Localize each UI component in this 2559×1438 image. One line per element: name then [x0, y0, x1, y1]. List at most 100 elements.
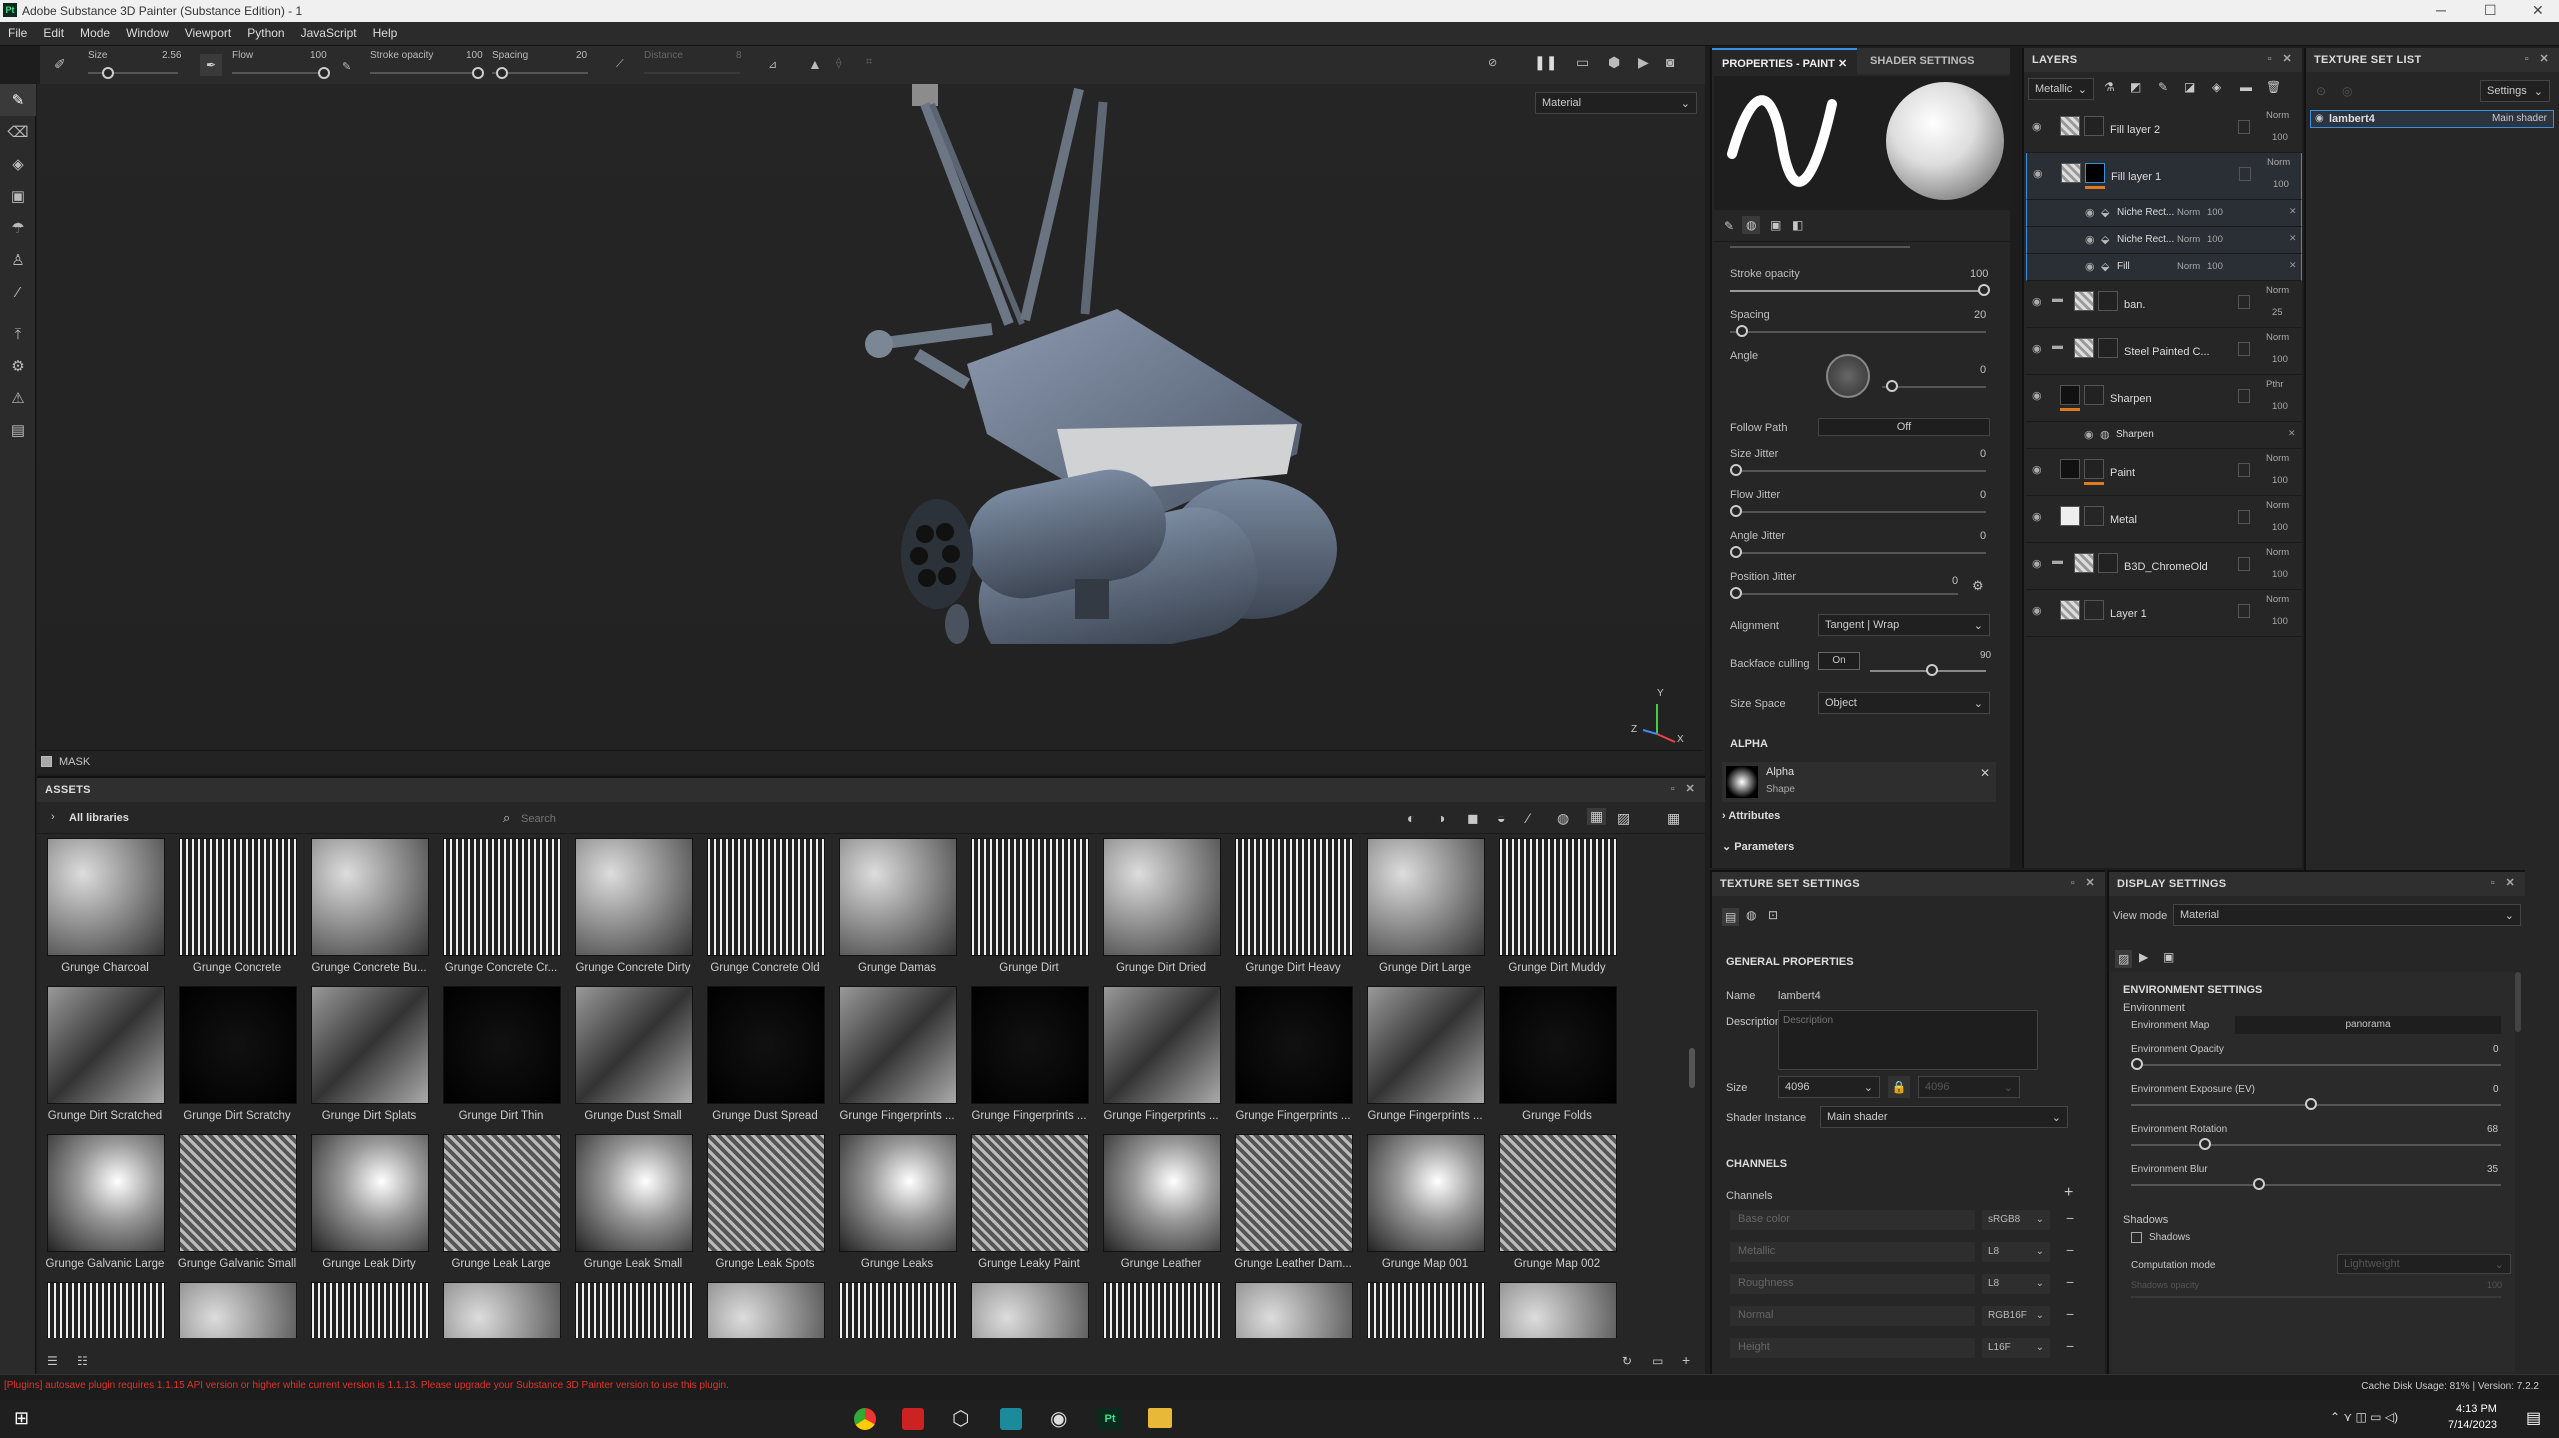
undock-icon[interactable]: ▫ — [1671, 783, 1675, 795]
close-icon[interactable]: ✕ — [2532, 2, 2544, 19]
folder-icon[interactable]: ▬ — [2052, 293, 2063, 305]
remove-channel-icon[interactable]: − — [2066, 1306, 2074, 1322]
spacing-value[interactable]: 20 — [1974, 309, 1986, 321]
visibility-icon[interactable]: ◎ — [2342, 84, 2352, 98]
blend-mode[interactable]: Norm — [2266, 453, 2289, 464]
backface-toggle[interactable]: On — [1818, 652, 1860, 670]
flow-knob[interactable] — [318, 67, 330, 79]
asset-tile[interactable]: Grunge Folds — [1489, 986, 1617, 1132]
env-opacity-knob[interactable] — [2131, 1058, 2143, 1070]
add-smart-icon[interactable]: ◈ — [2212, 80, 2221, 94]
material-filter-icon[interactable]: ◐ — [1407, 810, 1415, 826]
blend-mode[interactable]: Norm — [2177, 207, 2200, 218]
layer-options-box[interactable] — [2238, 342, 2250, 356]
layer-row[interactable]: ◉ Paint Norm 100 — [2026, 449, 2302, 496]
library-selector[interactable]: All libraries — [69, 812, 129, 824]
symmetry-settings-icon[interactable]: ⌗ — [866, 56, 872, 69]
layer-opacity[interactable]: 100 — [2272, 132, 2288, 143]
texture-set-item[interactable]: ◉ lambert4 Main shader — [2310, 110, 2554, 128]
layer-opacity[interactable]: 100 — [2272, 401, 2288, 412]
export-icon[interactable]: ▤ — [0, 414, 36, 446]
substance-painter-icon[interactable]: Pt — [1098, 1408, 1122, 1430]
asset-tile[interactable]: Grunge Map 001 — [1357, 1134, 1485, 1280]
menu-mode[interactable]: Mode — [72, 22, 118, 44]
notifications-icon[interactable]: ▤ — [2526, 1408, 2541, 1428]
asset-tile[interactable]: Grunge Dirt — [961, 838, 1089, 984]
layer-opacity[interactable]: 100 — [2272, 475, 2288, 486]
distance-slider[interactable] — [644, 72, 740, 74]
asset-tile[interactable] — [169, 1282, 297, 1338]
script-icon[interactable]: ⚠ — [0, 382, 36, 414]
size-value[interactable]: 2.56 — [162, 50, 181, 61]
layer-options-box[interactable] — [2238, 463, 2250, 477]
layer-effect-row[interactable]: ◉ ⬙ Fill Norm 100 ✕ — [2026, 254, 2302, 281]
layer-opacity[interactable]: 100 — [2273, 179, 2289, 190]
angle-value[interactable]: 0 — [1980, 364, 1986, 376]
environment-tab-icon[interactable]: ▨ — [2115, 950, 2133, 968]
asset-tile[interactable]: Grunge Dirt Thin — [433, 986, 561, 1132]
channel-name[interactable]: Base color — [1730, 1210, 1975, 1230]
display-scrollbar[interactable] — [2515, 972, 2521, 1032]
windows-start-icon[interactable]: ⊞ — [14, 1408, 29, 1429]
channel-format[interactable]: L8 ⌄ — [1982, 1242, 2050, 1262]
angle-jitter-knob[interactable] — [1730, 546, 1742, 558]
asset-tile[interactable]: Grunge Fingerprints ... — [829, 986, 957, 1132]
asset-tile[interactable]: Grunge Dirt Muddy — [1489, 838, 1617, 984]
env-exposure-value[interactable]: 0 — [2493, 1084, 2499, 1095]
channel-name[interactable]: Roughness — [1730, 1274, 1975, 1294]
alpha-slot[interactable]: Alpha Shape ✕ — [1722, 762, 1996, 802]
asset-tile[interactable] — [829, 1282, 957, 1338]
eye-icon[interactable]: ◉ — [2085, 260, 2095, 273]
remove-channel-icon[interactable]: − — [2066, 1242, 2074, 1258]
distance-value[interactable]: 8 — [736, 50, 742, 61]
env-opacity-slider[interactable] — [2131, 1064, 2501, 1066]
eye-icon[interactable]: ◉ — [2032, 557, 2042, 570]
asset-tile[interactable]: Grunge Galvanic Small — [169, 1134, 297, 1280]
stroke-opacity-slider[interactable] — [370, 72, 480, 74]
backface-knob[interactable] — [1926, 664, 1938, 676]
assets-search-input[interactable] — [521, 808, 821, 830]
expand-chevron-icon[interactable]: › — [51, 811, 55, 823]
asset-tile[interactable]: Grunge Concrete Bu... — [301, 838, 429, 984]
tab-properties-paint[interactable]: PROPERTIES - PAINT ✕ — [1712, 48, 1858, 74]
smart-material-filter-icon[interactable]: ◑ — [1437, 810, 1445, 826]
polygon-fill-icon[interactable]: ▣ — [0, 180, 36, 212]
close-panel-icon[interactable]: ✕ — [2282, 52, 2292, 65]
asset-tile[interactable] — [1489, 1282, 1617, 1338]
asset-tile[interactable]: Grunge Leaks — [829, 1134, 957, 1280]
layer-opacity[interactable]: 25 — [2272, 307, 2283, 318]
stroke-opacity-knob[interactable] — [472, 67, 484, 79]
close-panel-icon[interactable]: ✕ — [2505, 876, 2515, 889]
top-slider[interactable] — [1730, 246, 1910, 248]
remove-effect-icon[interactable]: ✕ — [2289, 206, 2297, 217]
mesh-tab-icon[interactable]: ⊡ — [1768, 908, 1778, 922]
eye-icon[interactable]: ◉ — [2032, 342, 2042, 355]
env-rotation-slider[interactable] — [2131, 1144, 2501, 1146]
angle-jitter-slider[interactable] — [1730, 552, 1986, 554]
channel-format[interactable]: RGB16F ⌄ — [1982, 1306, 2050, 1326]
description-field[interactable] — [1778, 1010, 2038, 1070]
asset-tile[interactable]: Grunge Charcoal — [37, 838, 165, 984]
hide-ui-icon[interactable]: ⊘ — [1488, 56, 1497, 69]
blend-mode[interactable]: Norm — [2266, 594, 2289, 605]
asset-tile[interactable]: Grunge Dust Spread — [697, 986, 825, 1132]
stencil-tab-icon[interactable]: ◧ — [1792, 218, 1803, 232]
screenshot-icon[interactable]: ◙ — [1666, 54, 1674, 70]
eye-icon[interactable]: ◉ — [2032, 463, 2042, 476]
position-jitter-value[interactable]: 0 — [1952, 575, 1958, 587]
asset-tile[interactable]: Grunge Concrete Cr... — [433, 838, 561, 984]
asset-tile[interactable]: Grunge Leaky Paint — [961, 1134, 1089, 1280]
add-mask-icon[interactable]: ◩ — [2130, 80, 2141, 94]
blend-mode[interactable]: Norm — [2266, 285, 2289, 296]
env-blur-value[interactable]: 35 — [2487, 1164, 2498, 1175]
menu-file[interactable]: File — [0, 22, 35, 44]
texture-set-shader[interactable]: Main shader — [2492, 113, 2547, 124]
eye-icon[interactable]: ◉ — [2085, 233, 2095, 246]
symmetry-icon[interactable]: ⊿ — [768, 58, 777, 71]
menu-help[interactable]: Help — [365, 22, 406, 44]
close-tab-icon[interactable]: ✕ — [1838, 58, 1847, 70]
projection-icon[interactable]: ◈ — [0, 148, 36, 180]
asset-tile[interactable]: Grunge Leather — [1093, 1134, 1221, 1280]
layer-effect-row[interactable]: ◉ ◍ Sharpen ✕ — [2026, 422, 2302, 449]
shadows-checkbox[interactable] — [2131, 1232, 2142, 1243]
